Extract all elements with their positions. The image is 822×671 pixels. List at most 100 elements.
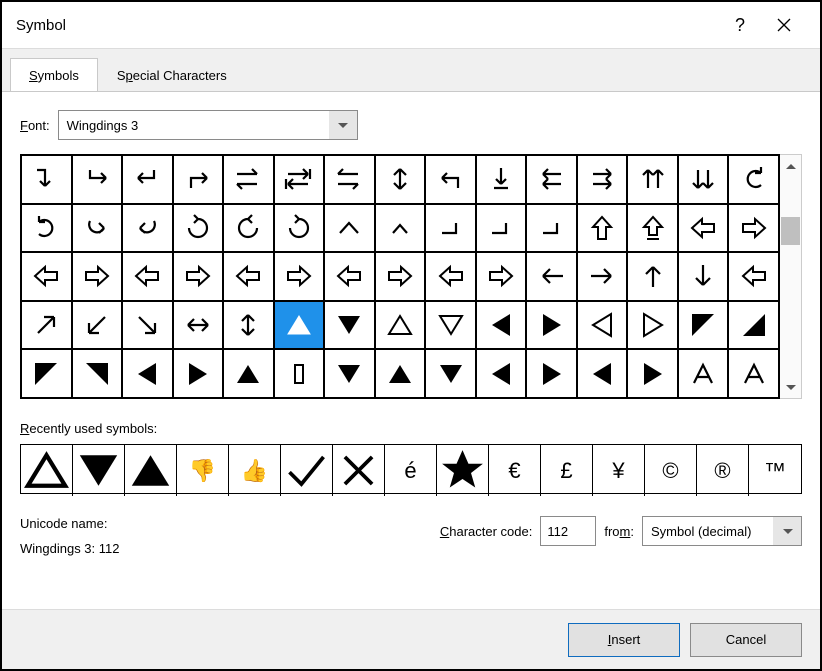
symbol-cell[interactable]: [425, 349, 476, 398]
symbol-cell[interactable]: [21, 252, 72, 301]
symbol-cell[interactable]: [173, 155, 224, 204]
recent-symbol-cell[interactable]: ©: [645, 445, 697, 496]
symbol-cell[interactable]: [324, 252, 375, 301]
symbol-cell[interactable]: [72, 301, 123, 350]
cancel-button[interactable]: Cancel: [690, 623, 802, 657]
scrollbar-track[interactable]: [780, 177, 801, 376]
recent-symbol-cell[interactable]: £: [541, 445, 593, 496]
symbol-cell[interactable]: [173, 349, 224, 398]
symbol-cell[interactable]: [627, 301, 678, 350]
symbol-cell[interactable]: [173, 252, 224, 301]
symbol-cell[interactable]: [375, 252, 426, 301]
symbol-cell[interactable]: [627, 349, 678, 398]
symbol-cell[interactable]: [728, 155, 779, 204]
symbol-cell[interactable]: [223, 349, 274, 398]
symbol-cell[interactable]: [728, 301, 779, 350]
recent-symbol-cell[interactable]: [281, 445, 333, 496]
help-button[interactable]: ?: [718, 3, 762, 47]
symbol-cell[interactable]: [72, 155, 123, 204]
symbol-cell[interactable]: [577, 301, 628, 350]
symbol-cell[interactable]: [627, 252, 678, 301]
recent-symbol-cell[interactable]: 👍: [229, 445, 281, 496]
symbol-cell[interactable]: [72, 349, 123, 398]
symbol-cell[interactable]: [173, 204, 224, 253]
symbol-cell[interactable]: [122, 204, 173, 253]
from-select-button[interactable]: [773, 517, 801, 545]
recent-symbol-cell[interactable]: ¥: [593, 445, 645, 496]
symbol-cell[interactable]: [72, 252, 123, 301]
symbol-cell[interactable]: [425, 204, 476, 253]
symbol-cell[interactable]: [577, 252, 628, 301]
symbol-cell[interactable]: [122, 301, 173, 350]
symbol-cell[interactable]: [223, 252, 274, 301]
symbol-cell[interactable]: [21, 204, 72, 253]
symbol-cell[interactable]: [21, 349, 72, 398]
symbol-cell[interactable]: [476, 155, 527, 204]
symbol-grid[interactable]: [20, 154, 780, 399]
symbol-cell[interactable]: [577, 204, 628, 253]
symbol-cell[interactable]: [476, 349, 527, 398]
font-select[interactable]: Wingdings 3: [58, 110, 358, 140]
symbol-cell[interactable]: [526, 252, 577, 301]
symbol-cell[interactable]: [678, 301, 729, 350]
symbol-cell[interactable]: [274, 301, 325, 350]
symbol-cell[interactable]: [476, 252, 527, 301]
symbol-cell[interactable]: [476, 204, 527, 253]
symbol-cell[interactable]: [728, 252, 779, 301]
tab-symbols[interactable]: Symbols: [10, 58, 98, 92]
symbol-cell[interactable]: [425, 252, 476, 301]
symbol-cell[interactable]: [324, 301, 375, 350]
symbol-cell[interactable]: [375, 204, 426, 253]
symbol-cell[interactable]: [122, 349, 173, 398]
symbol-cell[interactable]: [526, 204, 577, 253]
symbol-cell[interactable]: [21, 155, 72, 204]
recent-symbol-cell[interactable]: é: [385, 445, 437, 496]
tab-special-characters[interactable]: Special Characters: [98, 58, 246, 92]
charcode-input[interactable]: [540, 516, 596, 546]
symbol-cell[interactable]: [223, 204, 274, 253]
recent-symbol-cell[interactable]: 👎: [177, 445, 229, 496]
symbol-cell[interactable]: [173, 301, 224, 350]
recent-symbol-cell[interactable]: [333, 445, 385, 496]
symbol-cell[interactable]: [223, 155, 274, 204]
symbol-cell[interactable]: [375, 349, 426, 398]
symbol-cell[interactable]: [476, 301, 527, 350]
symbol-cell[interactable]: [627, 204, 678, 253]
symbol-cell[interactable]: [526, 301, 577, 350]
recent-symbol-cell[interactable]: [125, 445, 177, 496]
scrollbar-thumb[interactable]: [781, 217, 800, 245]
grid-scrollbar[interactable]: [780, 154, 802, 399]
symbol-cell[interactable]: [375, 155, 426, 204]
symbol-cell[interactable]: [324, 204, 375, 253]
symbol-cell[interactable]: [375, 301, 426, 350]
insert-button[interactable]: Insert: [568, 623, 680, 657]
from-select[interactable]: Symbol (decimal): [642, 516, 802, 546]
recent-symbol-cell[interactable]: [21, 445, 73, 496]
recent-symbols-grid[interactable]: 👎👍é€£¥©®™: [20, 444, 802, 494]
symbol-cell[interactable]: [678, 349, 729, 398]
symbol-cell[interactable]: [526, 155, 577, 204]
symbol-cell[interactable]: [274, 349, 325, 398]
symbol-cell[interactable]: [274, 204, 325, 253]
symbol-cell[interactable]: [577, 155, 628, 204]
recent-symbol-cell[interactable]: ®: [697, 445, 749, 496]
recent-symbol-cell[interactable]: [73, 445, 125, 496]
recent-symbol-cell[interactable]: €: [489, 445, 541, 496]
symbol-cell[interactable]: [122, 155, 173, 204]
symbol-cell[interactable]: [72, 204, 123, 253]
symbol-cell[interactable]: [425, 301, 476, 350]
symbol-cell[interactable]: [728, 204, 779, 253]
symbol-cell[interactable]: [678, 204, 729, 253]
close-button[interactable]: [762, 3, 806, 47]
symbol-cell[interactable]: [627, 155, 678, 204]
symbol-cell[interactable]: [324, 349, 375, 398]
font-select-button[interactable]: [329, 111, 357, 139]
symbol-cell[interactable]: [274, 155, 325, 204]
symbol-cell[interactable]: [678, 155, 729, 204]
symbol-cell[interactable]: [728, 349, 779, 398]
symbol-cell[interactable]: [223, 301, 274, 350]
recent-symbol-cell[interactable]: [437, 445, 489, 496]
symbol-cell[interactable]: [577, 349, 628, 398]
symbol-cell[interactable]: [526, 349, 577, 398]
symbol-cell[interactable]: [21, 301, 72, 350]
